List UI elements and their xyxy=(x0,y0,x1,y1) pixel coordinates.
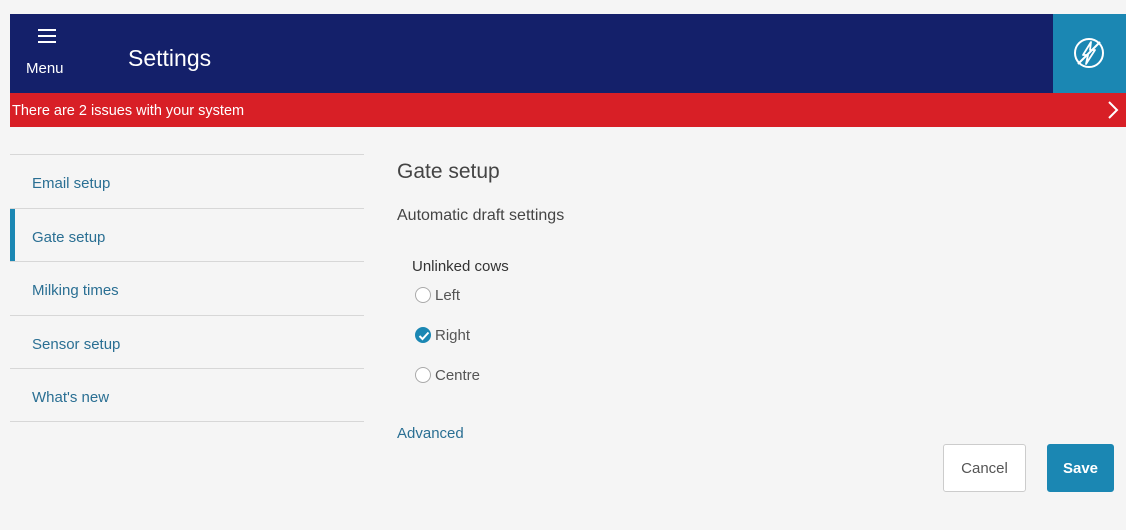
settings-sidebar: Email setup Gate setup Milking times Sen… xyxy=(10,154,364,422)
sidebar-item-milking-times[interactable]: Milking times xyxy=(10,261,364,315)
unlinked-cows-label: Unlinked cows xyxy=(412,258,509,275)
power-button[interactable] xyxy=(1053,14,1126,93)
sidebar-item-email-setup[interactable]: Email setup xyxy=(10,154,364,208)
gate-setup-panel: Gate setup Automatic draft settings Unli… xyxy=(397,156,1117,526)
sidebar-item-label: What's new xyxy=(32,389,110,406)
page-title: Settings xyxy=(128,45,212,71)
radio-unchecked-icon xyxy=(415,367,431,383)
sidebar-item-label: Gate setup xyxy=(32,228,106,246)
sidebar-item-label: Sensor setup xyxy=(32,335,121,353)
advanced-link[interactable]: Advanced xyxy=(397,425,464,442)
sidebar-item-label: Email setup xyxy=(32,175,111,192)
alert-text: There are 2 issues with your system xyxy=(12,103,245,119)
lightning-off-icon xyxy=(1074,38,1104,68)
issues-alert-bar[interactable]: There are 2 issues with your system xyxy=(10,93,1126,127)
sidebar-item-gate-setup[interactable]: Gate setup xyxy=(10,207,364,261)
radio-label: Right xyxy=(435,326,471,344)
radio-left[interactable]: Left xyxy=(415,284,460,306)
sidebar-item-label: Milking times xyxy=(32,282,119,299)
radio-unchecked-icon xyxy=(415,287,431,303)
chevron-right-icon xyxy=(1108,101,1119,119)
menu-button[interactable]: Menu xyxy=(20,14,92,93)
sidebar-item-whats-new[interactable]: What's new xyxy=(10,368,364,422)
hamburger-icon xyxy=(38,29,58,45)
radio-label: Centre xyxy=(435,366,481,384)
sidebar-item-sensor-setup[interactable]: Sensor setup xyxy=(10,314,364,369)
radio-checked-icon xyxy=(415,327,431,343)
radio-label: Left xyxy=(435,286,461,304)
app-header: Menu Settings xyxy=(10,14,1126,93)
subsection-title: Automatic draft settings xyxy=(397,207,565,224)
radio-right[interactable]: Right xyxy=(415,324,470,346)
radio-centre[interactable]: Centre xyxy=(415,364,480,386)
save-button[interactable]: Save xyxy=(1047,444,1114,492)
cancel-button[interactable]: Cancel xyxy=(943,444,1026,492)
active-indicator xyxy=(10,208,15,261)
menu-label: Menu xyxy=(26,60,64,77)
section-title: Gate setup xyxy=(397,160,500,183)
